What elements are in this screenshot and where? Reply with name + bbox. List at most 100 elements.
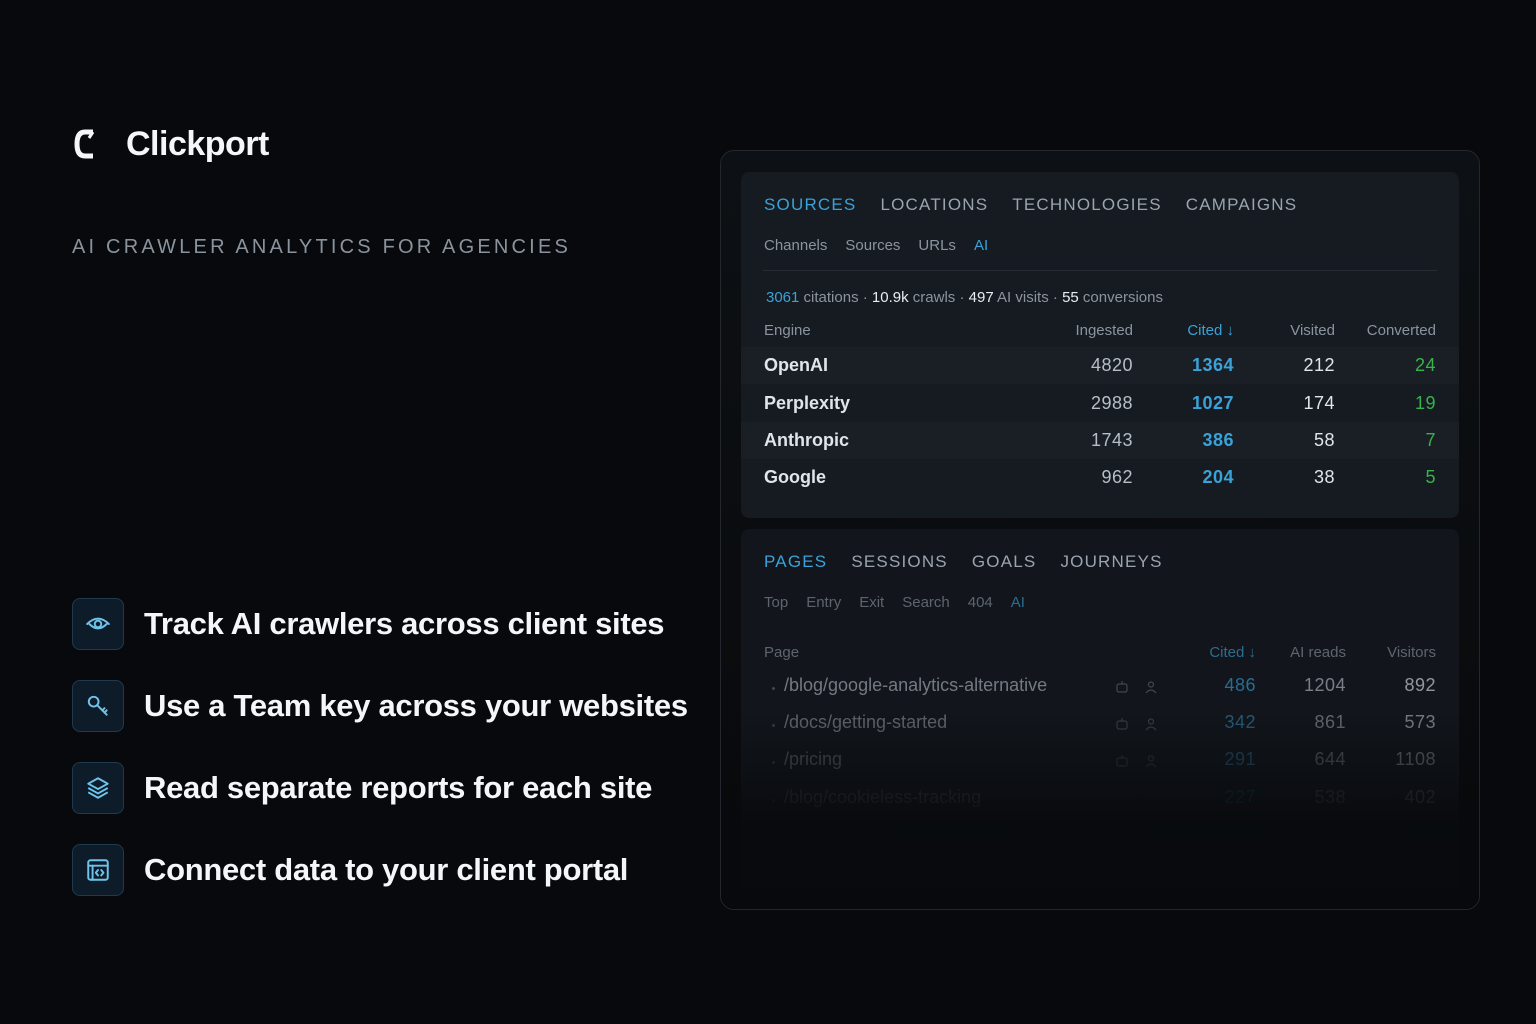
bullet-icon	[772, 761, 775, 764]
cited-value: 1027	[1191, 393, 1234, 413]
subtab-sources[interactable]: Sources	[845, 237, 900, 254]
col-engine[interactable]: Engine	[764, 322, 811, 339]
ai-summary: 3061 citations · 10.9k crawls · 497 AI v…	[766, 289, 1163, 306]
key-icon	[72, 680, 124, 732]
col-visited[interactable]: Visited	[1290, 322, 1335, 339]
tab-sessions[interactable]: SESSIONS	[851, 552, 948, 572]
converted-value: 24	[1414, 355, 1436, 375]
layers-icon	[72, 762, 124, 814]
cited-value: 291	[1224, 749, 1256, 769]
crawls-label: crawls	[912, 289, 956, 306]
engine-name: OpenAI	[764, 355, 829, 375]
pages-subtabs: Top Entry Exit Search 404 AI	[764, 594, 1025, 611]
tab-campaigns[interactable]: CAMPAIGNS	[1186, 195, 1298, 215]
code-window-icon	[72, 844, 124, 896]
table-row[interactable]: Anthropic 1743 386 58 7	[741, 430, 1459, 460]
feature-item: Read separate reports for each site	[72, 762, 688, 814]
cited-value: 386	[1202, 430, 1234, 450]
bot-icon	[1116, 755, 1128, 767]
tab-sources[interactable]: SOURCES	[764, 195, 856, 215]
feature-item: Connect data to your client portal	[72, 844, 688, 896]
ai-reads-value: 538	[1314, 787, 1346, 807]
citations-count: 3061	[766, 289, 800, 306]
sources-subtabs: Channels Sources URLs AI	[764, 237, 988, 254]
engine-name: Anthropic	[764, 430, 849, 450]
ai-visits-label: AI visits	[997, 289, 1049, 306]
col-visitors[interactable]: Visitors	[1387, 644, 1436, 661]
subtab-search[interactable]: Search	[902, 594, 950, 611]
conversions-label: conversions	[1082, 289, 1163, 306]
sources-card: SOURCES LOCATIONS TECHNOLOGIES CAMPAIGNS…	[741, 172, 1459, 518]
visited-value: 58	[1313, 430, 1335, 450]
feature-text: Connect data to your client portal	[144, 852, 629, 887]
subtab-404[interactable]: 404	[968, 594, 993, 611]
table-row[interactable]: /blog/google-analytics-alternative 486 1…	[741, 675, 1459, 705]
tagline: AI CRAWLER ANALYTICS FOR AGENCIES	[72, 236, 572, 258]
subtab-channels[interactable]: Channels	[764, 237, 827, 254]
col-converted[interactable]: Converted	[1367, 322, 1436, 339]
table-row[interactable]: /pricing 291 644 1108	[741, 749, 1459, 779]
visited-value: 38	[1313, 467, 1335, 487]
separator: ·	[862, 289, 868, 306]
sources-tabs: SOURCES LOCATIONS TECHNOLOGIES CAMPAIGNS	[764, 195, 1297, 215]
tab-pages[interactable]: PAGES	[764, 552, 827, 572]
ingested-value: 1743	[1090, 430, 1133, 450]
conversions-count: 55	[1062, 289, 1079, 306]
visitors-value: 1108	[1395, 749, 1436, 769]
feature-text: Read separate reports for each site	[144, 770, 653, 805]
pages-table-header: Page Cited ↓ AI reads Visitors	[741, 644, 1459, 674]
subtab-ai[interactable]: AI	[974, 237, 988, 254]
cited-value: 486	[1224, 675, 1256, 695]
feature-text: Track AI crawlers across client sites	[144, 606, 665, 641]
user-icon	[1145, 681, 1157, 694]
col-cited[interactable]: Cited ↓	[1187, 322, 1234, 339]
cited-value: 227	[1224, 787, 1256, 807]
clickport-logo-icon	[74, 124, 102, 164]
visitors-value: 402	[1404, 787, 1436, 807]
cited-value: 1364	[1191, 355, 1234, 375]
user-icon	[1145, 755, 1157, 768]
tab-journeys[interactable]: JOURNEYS	[1060, 552, 1162, 572]
subtab-ai[interactable]: AI	[1011, 594, 1025, 611]
crawls-count: 10.9k	[871, 289, 909, 306]
bullet-icon	[772, 724, 775, 727]
dashboard-preview: SOURCES LOCATIONS TECHNOLOGIES CAMPAIGNS…	[720, 150, 1480, 910]
subtab-urls[interactable]: URLs	[918, 237, 956, 254]
feature-text: Use a Team key across your websites	[144, 688, 688, 723]
tab-goals[interactable]: GOALS	[972, 552, 1037, 572]
visitors-value: 573	[1404, 712, 1436, 732]
bullet-icon	[772, 687, 775, 690]
brand-name: Clickport	[126, 124, 269, 163]
table-row[interactable]: OpenAI 4820 1364 212 24	[741, 355, 1459, 385]
col-cited[interactable]: Cited ↓	[1209, 644, 1256, 661]
engine-name: Perplexity	[764, 393, 851, 413]
engine-name: Google	[764, 467, 826, 487]
tab-locations[interactable]: LOCATIONS	[880, 195, 988, 215]
table-row[interactable]: Perplexity 2988 1027 174 19	[741, 393, 1459, 423]
feature-item: Use a Team key across your websites	[72, 680, 688, 732]
eye-icon	[72, 598, 124, 650]
divider	[763, 270, 1437, 271]
bot-icon	[1116, 681, 1128, 693]
ingested-value: 962	[1101, 467, 1133, 487]
col-ingested[interactable]: Ingested	[1075, 322, 1133, 339]
feature-item: Track AI crawlers across client sites	[72, 598, 688, 650]
ingested-value: 2988	[1090, 393, 1133, 413]
table-row[interactable]: /blog/cookieless-tracking 227 538 402	[741, 787, 1459, 817]
table-row[interactable]: /docs/getting-started 342 861 573	[741, 712, 1459, 742]
bot-icon	[1116, 718, 1128, 730]
col-ai-reads[interactable]: AI reads	[1290, 644, 1346, 661]
visitors-value: 892	[1404, 675, 1436, 695]
col-page[interactable]: Page	[764, 644, 799, 661]
converted-value: 5	[1425, 467, 1436, 487]
pages-card: PAGES SESSIONS GOALS JOURNEYS Top Entry …	[741, 529, 1459, 909]
tab-technologies[interactable]: TECHNOLOGIES	[1012, 195, 1161, 215]
subtab-exit[interactable]: Exit	[859, 594, 884, 611]
table-row[interactable]: Google 962 204 38 5	[741, 467, 1459, 497]
page-path: /blog/cookieless-tracking	[784, 787, 982, 807]
user-icon	[1145, 718, 1157, 731]
separator: ·	[959, 289, 965, 306]
converted-value: 19	[1414, 393, 1436, 413]
subtab-top[interactable]: Top	[764, 594, 788, 611]
subtab-entry[interactable]: Entry	[806, 594, 841, 611]
